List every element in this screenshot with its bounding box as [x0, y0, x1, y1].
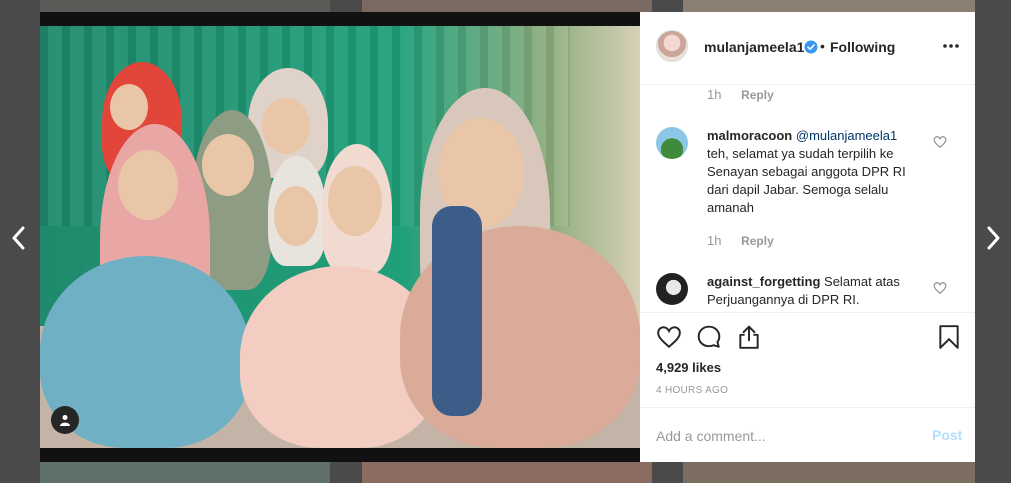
comment-text: against_forgetting Selamat atas Perjuang… [707, 273, 917, 309]
comments-list[interactable]: 1h Reply malmoracoon @mulanjameela1 teh,… [640, 85, 975, 311]
photo-content [40, 26, 640, 448]
verified-badge-icon [804, 40, 818, 54]
more-options-icon[interactable] [940, 36, 962, 56]
grid-thumbnail [683, 0, 975, 12]
share-icon[interactable] [736, 324, 762, 350]
comment-text: malmoracoon @mulanjameela1 teh, selamat … [707, 127, 917, 217]
avatar[interactable] [656, 127, 688, 159]
reply-button[interactable]: Reply [741, 234, 774, 248]
post-details-panel: mulanjameela1 • Following 1h Reply malmo… [640, 12, 975, 462]
comment-body: teh, selamat ya sudah terpilih ke Senaya… [707, 146, 906, 215]
avatar[interactable] [656, 30, 688, 62]
separator-dot: • [820, 38, 825, 54]
grid-thumbnail [40, 0, 330, 12]
avatar[interactable] [656, 273, 688, 305]
comment-meta: 1h Reply [707, 87, 774, 102]
comment-input[interactable] [656, 424, 906, 448]
chevron-right-icon [987, 226, 1000, 250]
comment-time: 1h [707, 87, 722, 102]
user-tag-icon [60, 415, 70, 426]
comment-icon[interactable] [696, 324, 722, 350]
post-timestamp: 4 HOURS AGO [656, 385, 729, 396]
comment-meta: 1h Reply [707, 233, 774, 248]
previous-post-button[interactable] [6, 224, 30, 252]
grid-thumbnail [40, 462, 330, 483]
comment-mention[interactable]: @mulanjameela1 [796, 128, 897, 143]
grid-thumbnail [683, 462, 975, 483]
heart-icon[interactable] [656, 324, 682, 350]
likes-count[interactable]: 4,929 likes [656, 360, 721, 375]
comment-username[interactable]: against_forgetting [707, 274, 820, 289]
grid-thumbnail [362, 462, 652, 483]
comment-username[interactable]: malmoracoon [707, 128, 792, 143]
post-comment-button[interactable]: Post [932, 427, 962, 443]
following-button[interactable]: Following [830, 39, 895, 55]
like-comment-heart-icon[interactable] [933, 281, 947, 295]
grid-thumbnail [362, 0, 652, 12]
next-post-button[interactable] [982, 224, 1006, 252]
post-header: mulanjameela1 • Following [640, 12, 975, 85]
add-comment-bar: Post [640, 407, 975, 464]
like-comment-heart-icon[interactable] [933, 135, 947, 149]
tagged-users-button[interactable] [51, 406, 79, 434]
comment-time: 1h [707, 233, 722, 248]
bookmark-icon[interactable] [936, 324, 962, 350]
post-actions: 4,929 likes 4 HOURS AGO Post [640, 312, 975, 463]
reply-button[interactable]: Reply [741, 88, 774, 102]
post-photo[interactable] [40, 12, 640, 462]
header-username[interactable]: mulanjameela1 [704, 39, 804, 55]
chevron-left-icon [12, 226, 25, 250]
